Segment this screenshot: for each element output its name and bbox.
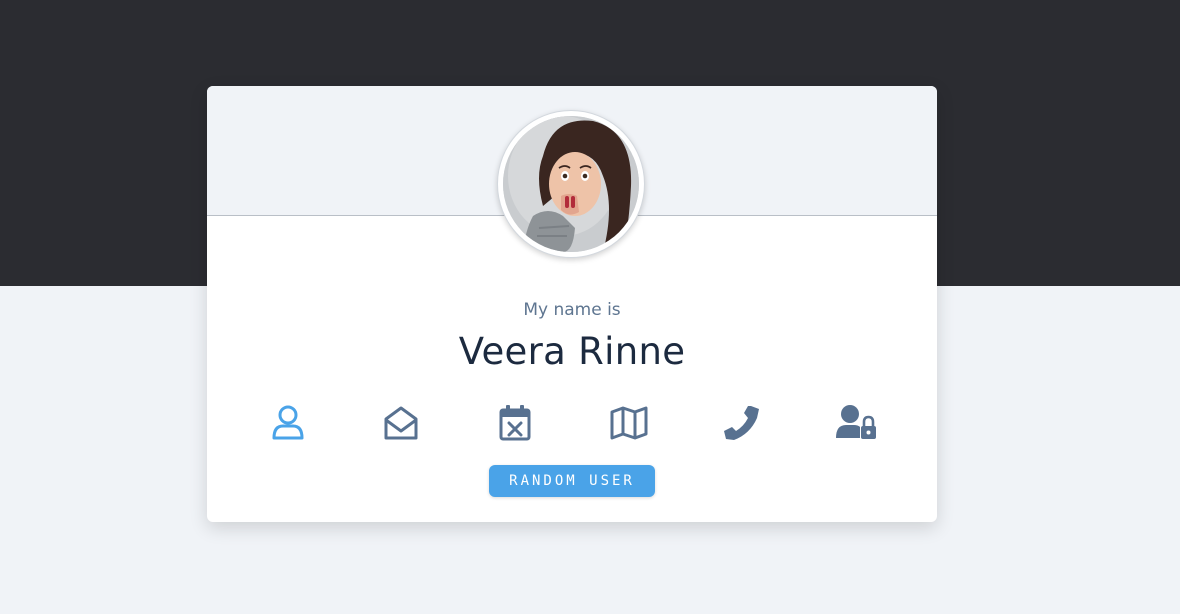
user-icon[interactable] xyxy=(268,404,308,442)
avatar-image xyxy=(503,116,639,252)
user-card: My name is Veera Rinne RANDOM USER xyxy=(207,86,937,522)
avatar xyxy=(503,116,639,252)
user-lock-icon[interactable] xyxy=(836,404,876,442)
user-name: Veera Rinne xyxy=(458,330,686,373)
envelope-open-icon[interactable] xyxy=(381,404,421,442)
calendar-x-icon[interactable] xyxy=(495,404,535,442)
avatar-frame xyxy=(497,110,645,258)
map-icon[interactable] xyxy=(609,404,649,442)
phone-icon[interactable] xyxy=(722,404,762,442)
name-label: My name is xyxy=(523,300,621,320)
random-user-button[interactable]: RANDOM USER xyxy=(489,465,655,497)
